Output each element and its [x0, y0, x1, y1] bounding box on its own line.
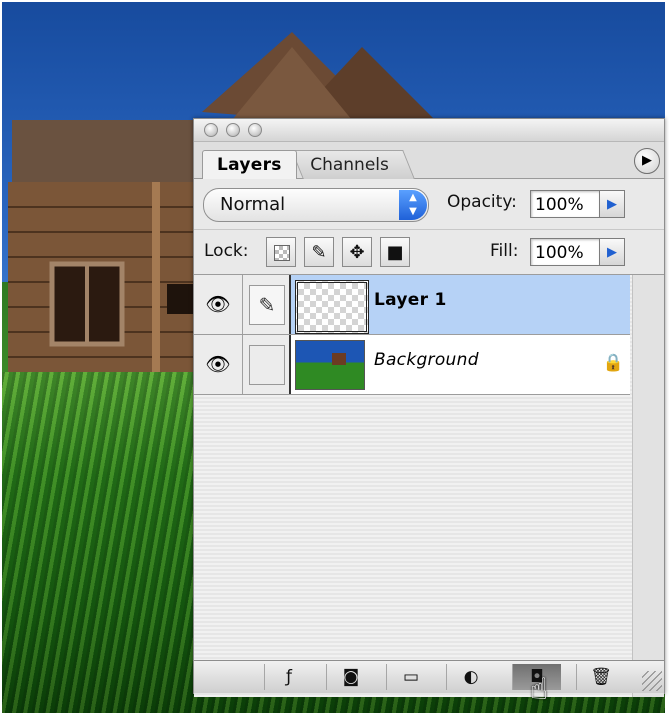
- opacity-label: Opacity:: [447, 192, 517, 212]
- minimize-button[interactable]: [226, 123, 240, 137]
- zoom-button[interactable]: [248, 123, 262, 137]
- new-group-icon: ▭: [402, 667, 420, 687]
- layer-mask-icon: ◙: [342, 667, 360, 687]
- layer-thumbnail[interactable]: [295, 280, 369, 334]
- scrollbar[interactable]: [632, 275, 664, 697]
- fill-field[interactable]: 100%: [530, 238, 600, 266]
- house-thumbnail-mark: [332, 353, 346, 365]
- blend-row: Normal ▲ ▼ Opacity: 100% ▶: [194, 179, 664, 230]
- lock-move-button[interactable]: ✥: [342, 237, 372, 267]
- lock-paint-icon: ✎: [311, 242, 327, 263]
- trash-icon: 🗑: [590, 667, 612, 687]
- lock-label: Lock:: [204, 241, 249, 261]
- visibility-eye-icon[interactable]: 👁: [194, 275, 243, 334]
- lock-row: Lock: ✎ ✥ ■ Fill: 100% ▶: [194, 230, 664, 275]
- layer-mask-button[interactable]: ◙: [326, 664, 375, 690]
- lock-transparent-icon: [274, 245, 290, 261]
- triangle-right-icon: ▶: [607, 245, 617, 260]
- hand-cursor-icon: ☝: [530, 672, 549, 707]
- opacity-field[interactable]: 100%: [530, 190, 600, 218]
- resize-grip[interactable]: [642, 671, 662, 691]
- layer-style-button[interactable]: ƒ: [264, 664, 313, 690]
- triangle-right-icon: ▶: [642, 153, 652, 168]
- layer-row-background[interactable]: 👁 Background 🔒: [194, 335, 630, 395]
- paint-brush-cell[interactable]: ✎: [243, 275, 291, 334]
- visibility-eye-icon[interactable]: 👁: [194, 335, 243, 394]
- tab-channels-label: Channels: [310, 155, 389, 175]
- opacity-slider-button[interactable]: ▶: [599, 190, 625, 218]
- layers-palette: Layers Channels ▶ Normal ▲ ▼ Opacity: 100…: [193, 118, 665, 697]
- layer-row-layer-1[interactable]: 👁 ✎ Layer 1: [194, 275, 630, 335]
- lock-all-button[interactable]: ■: [380, 237, 410, 267]
- updown-arrows-icon: ▲ ▼: [399, 190, 427, 220]
- triangle-right-icon: ▶: [607, 197, 617, 212]
- link-cell[interactable]: [243, 335, 291, 394]
- lock-move-icon: ✥: [349, 242, 365, 263]
- fill-slider-button[interactable]: ▶: [599, 238, 625, 266]
- tab-channels[interactable]: Channels: [291, 150, 415, 179]
- layers-list: 👁 ✎ Layer 1 👁 Background 🔒: [194, 275, 664, 697]
- lock-paint-button[interactable]: ✎: [304, 237, 334, 267]
- blend-mode-select[interactable]: Normal ▲ ▼: [203, 188, 429, 222]
- adjustment-layer-icon: ◐: [463, 667, 479, 687]
- tab-layers[interactable]: Layers: [202, 150, 297, 179]
- layer-style-icon: ƒ: [286, 667, 292, 687]
- new-group-button[interactable]: ▭: [386, 664, 435, 690]
- close-button[interactable]: [204, 123, 218, 137]
- adjustment-layer-button[interactable]: ◐: [446, 664, 495, 690]
- palette-menu-button[interactable]: ▶: [634, 148, 660, 174]
- layer-name[interactable]: Background: [374, 350, 479, 370]
- empty-link-box: [249, 345, 285, 385]
- brush-icon: ✎: [249, 285, 285, 325]
- palette-tabs: Layers Channels ▶: [194, 142, 664, 179]
- lock-transparent-button[interactable]: [266, 237, 296, 267]
- layer-name[interactable]: Layer 1: [374, 290, 447, 310]
- layer-thumbnail[interactable]: [295, 340, 365, 390]
- lock-icon: 🔒: [602, 353, 624, 373]
- palette-bottom-bar: ƒ ◙ ▭ ◐ ◘ 🗑: [194, 660, 664, 693]
- blend-mode-value: Normal: [220, 194, 286, 215]
- palette-titlebar[interactable]: [194, 119, 664, 142]
- fill-label: Fill:: [490, 241, 519, 261]
- lock-all-icon: ■: [386, 242, 404, 263]
- delete-layer-button[interactable]: 🗑: [576, 664, 625, 690]
